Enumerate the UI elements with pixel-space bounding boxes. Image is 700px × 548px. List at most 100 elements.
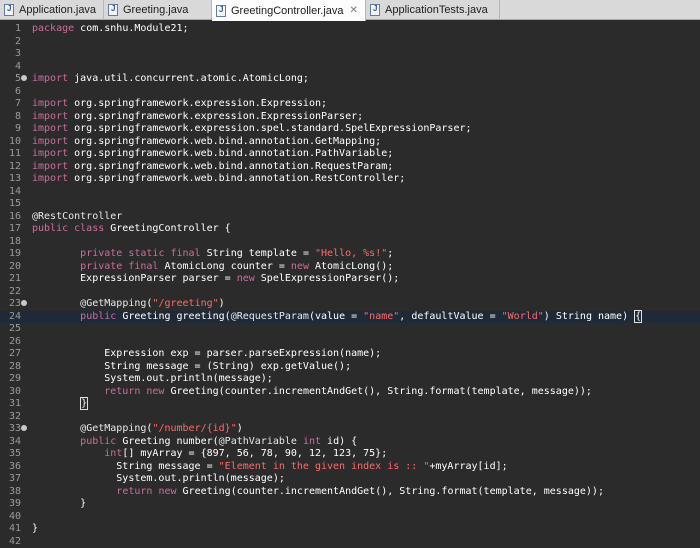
code-line[interactable]: 8import org.springframework.expression.E… <box>0 111 700 124</box>
code-line[interactable]: 2 <box>0 36 700 49</box>
line-number: 29 <box>0 373 21 386</box>
code-line[interactable]: 15 <box>0 198 700 211</box>
code-line[interactable]: 33 @GetMapping("/number/{id}") <box>0 423 700 436</box>
tab-applicationtests-java[interactable]: ApplicationTests.java <box>366 0 500 20</box>
code-token: AtomicLong(); <box>309 261 393 272</box>
code-line[interactable]: 1package com.snhu.Module21; <box>0 23 700 36</box>
code-line[interactable]: 41} <box>0 523 700 536</box>
code-text: import org.springframework.web.bind.anno… <box>32 161 393 174</box>
java-file-icon <box>108 4 118 16</box>
keyword-token: private static final <box>80 248 200 259</box>
line-number: 21 <box>0 273 21 286</box>
line-number: 23 <box>0 298 21 311</box>
line-number: 10 <box>0 136 21 149</box>
line-number: 12 <box>0 161 21 174</box>
code-text: import org.springframework.expression.Ex… <box>32 98 327 111</box>
code-line[interactable]: 6 <box>0 86 700 99</box>
code-token <box>32 386 104 397</box>
tab-application-java[interactable]: Application.java <box>0 0 104 20</box>
code-line[interactable]: 13import org.springframework.web.bind.an… <box>0 173 700 186</box>
code-text: package com.snhu.Module21; <box>32 23 189 36</box>
line-number: 22 <box>0 286 21 299</box>
code-line[interactable]: 32 <box>0 411 700 424</box>
fold-toggle-icon[interactable] <box>21 300 27 306</box>
code-token <box>32 486 116 497</box>
code-line[interactable]: 11import org.springframework.web.bind.an… <box>0 148 700 161</box>
code-line[interactable]: 9import org.springframework.expression.s… <box>0 123 700 136</box>
code-text: import org.springframework.web.bind.anno… <box>32 148 393 161</box>
code-line[interactable]: 5import java.util.concurrent.atomic.Atom… <box>0 73 700 86</box>
code-line[interactable]: 10import org.springframework.web.bind.an… <box>0 136 700 149</box>
code-line[interactable]: 25 <box>0 323 700 336</box>
fold-toggle-icon[interactable] <box>21 75 27 81</box>
tab-greetingcontroller-java[interactable]: GreetingController.java ✕ <box>212 0 366 21</box>
code-line[interactable]: 28 String message = (String) exp.getValu… <box>0 361 700 374</box>
code-line[interactable]: 34 public Greeting number(@PathVariable … <box>0 436 700 449</box>
line-number: 40 <box>0 511 21 524</box>
code-line[interactable]: 36 String message = "Element in the give… <box>0 461 700 474</box>
code-token: org.springframework.expression.spel.stan… <box>68 123 471 134</box>
keyword-token: return new <box>116 486 176 497</box>
code-line[interactable]: 27 Expression exp = parser.parseExpressi… <box>0 348 700 361</box>
code-line[interactable]: 29 System.out.println(message); <box>0 373 700 386</box>
code-token: System.out.println(message); <box>32 373 273 384</box>
tab-greeting-java[interactable]: Greeting.java <box>104 0 212 20</box>
code-line[interactable]: 38 return new Greeting(counter.increment… <box>0 486 700 499</box>
fold-toggle-icon[interactable] <box>21 425 27 431</box>
code-line[interactable]: 12 import org.springframework.web.bind.an… <box>0 161 700 174</box>
line-number: 14 <box>0 186 21 199</box>
code-text: Expression exp = parser.parseExpression(… <box>32 348 381 361</box>
keyword-token: int <box>303 436 321 447</box>
code-line[interactable]: 39 } <box>0 498 700 511</box>
string-token: "World" <box>502 311 544 322</box>
code-line[interactable]: 16@RestController <box>0 211 700 224</box>
code-token: (value = <box>309 311 363 322</box>
code-line[interactable]: 31 } <box>0 398 700 411</box>
line-number: 26 <box>0 336 21 349</box>
string-token: "name" <box>363 311 399 322</box>
code-line[interactable]: 3 <box>0 48 700 61</box>
code-line[interactable]: 21 ExpressionParser parser = new SpelExp… <box>0 273 700 286</box>
code-text: String message = "Element in the given i… <box>32 461 508 474</box>
annotation-token: @RequestParam <box>231 311 309 322</box>
code-line[interactable]: 26 <box>0 336 700 349</box>
keyword-token: new <box>291 261 309 272</box>
code-line[interactable]: 23 @GetMapping("/greeting") <box>0 298 700 311</box>
code-text: public class GreetingController { <box>32 223 231 236</box>
code-token: id) { <box>321 436 357 447</box>
code-line[interactable]: 19 private static final String template … <box>0 248 700 261</box>
code-token: org.springframework.expression.Expressio… <box>68 111 363 122</box>
code-token: ) <box>237 423 243 434</box>
code-line[interactable]: 4 <box>0 61 700 74</box>
code-text: private final AtomicLong counter = new A… <box>32 261 393 274</box>
code-text: System.out.println(message); <box>32 473 285 486</box>
code-line[interactable]: 14 <box>0 186 700 199</box>
code-line[interactable]: 17public class GreetingController { <box>0 223 700 236</box>
code-text: ExpressionParser parser = new SpelExpres… <box>32 273 399 286</box>
code-text: } <box>32 498 86 511</box>
code-line[interactable]: 35 int[] myArray = {897, 56, 78, 90, 12,… <box>0 448 700 461</box>
code-editor[interactable]: 1package com.snhu.Module21;2345import ja… <box>0 20 700 543</box>
code-line[interactable]: 30 return new Greeting(counter.increment… <box>0 386 700 399</box>
code-line[interactable]: 20 private final AtomicLong counter = ne… <box>0 261 700 274</box>
code-line[interactable]: 42 <box>0 536 700 548</box>
line-number: 33 <box>0 423 21 436</box>
java-file-icon <box>216 5 226 17</box>
code-text: System.out.println(message); <box>32 373 273 386</box>
code-line[interactable]: 18 <box>0 236 700 249</box>
keyword-token: private final <box>80 261 158 272</box>
line-number: 30 <box>0 386 21 399</box>
code-line[interactable]: 40 <box>0 511 700 524</box>
code-line[interactable]: 7import org.springframework.expression.E… <box>0 98 700 111</box>
code-token: +myArray[id]; <box>429 461 507 472</box>
code-token: ; <box>387 248 393 259</box>
close-tab-icon[interactable]: ✕ <box>350 5 358 16</box>
code-line[interactable]: 22 <box>0 286 700 299</box>
code-line[interactable]: 24 public Greeting greeting(@RequestPara… <box>0 311 700 324</box>
code-text: return new Greeting(counter.incrementAnd… <box>32 386 592 399</box>
code-line[interactable]: 37 System.out.println(message); <box>0 473 700 486</box>
tab-label: Greeting.java <box>123 4 188 16</box>
line-number: 31 <box>0 398 21 411</box>
code-token: org.springframework.expression.Expressio… <box>68 98 327 109</box>
line-number: 25 <box>0 323 21 336</box>
